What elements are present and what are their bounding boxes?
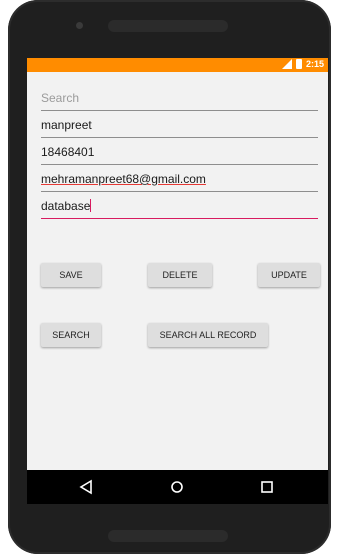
home-icon[interactable] <box>168 478 186 496</box>
status-time: 2:15 <box>305 59 324 69</box>
navigation-bar <box>27 470 328 504</box>
id-field[interactable]: 18468401 <box>41 142 318 165</box>
save-button[interactable]: SAVE <box>41 263 101 287</box>
app-screen: 2:15 Search manpreet 18468401 mehramanpr… <box>27 58 328 504</box>
subject-field[interactable]: database <box>41 196 318 219</box>
earpiece-speaker <box>108 20 228 32</box>
signal-icon <box>281 59 292 69</box>
status-bar: 2:15 <box>27 58 328 72</box>
text-cursor <box>90 199 92 212</box>
search-all-record-button[interactable]: SEARCH ALL RECORD <box>148 323 268 347</box>
name-field[interactable]: manpreet <box>41 115 318 138</box>
delete-button[interactable]: DELETE <box>148 263 212 287</box>
email-field[interactable]: mehramanpreet68@gmail.com <box>41 169 318 192</box>
battery-icon <box>295 59 302 69</box>
search-button[interactable]: SEARCH <box>41 323 101 347</box>
bottom-speaker <box>108 530 228 542</box>
update-button[interactable]: UPDATE <box>258 263 320 287</box>
camera-icon <box>76 22 83 29</box>
phone-frame: 2:15 Search manpreet 18468401 mehramanpr… <box>8 0 331 554</box>
back-icon[interactable] <box>77 478 95 496</box>
search-input[interactable]: Search <box>41 88 318 111</box>
recents-icon[interactable] <box>258 478 276 496</box>
email-value: mehramanpreet68@gmail.com <box>41 172 206 186</box>
subject-value: database <box>41 199 91 213</box>
